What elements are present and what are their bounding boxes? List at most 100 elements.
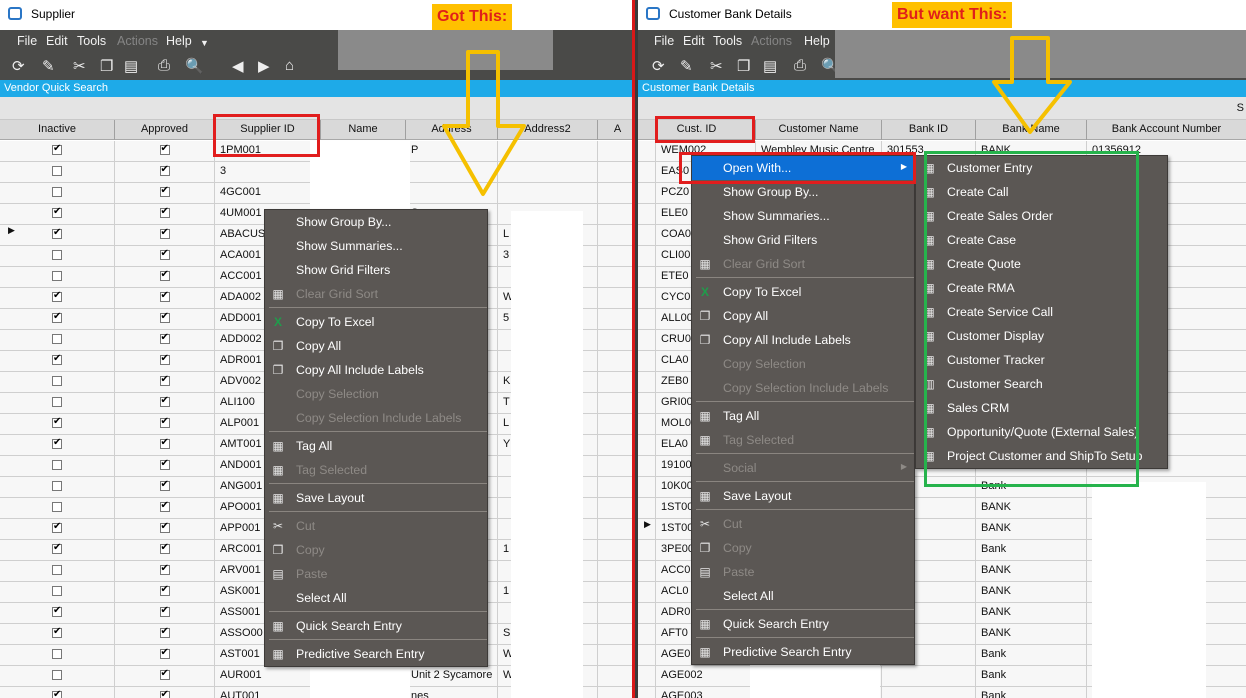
a-cell[interactable] (598, 456, 632, 477)
inactive-cell[interactable] (0, 288, 115, 309)
inactive-cell[interactable] (0, 561, 115, 582)
menu-edit[interactable]: Edit (46, 34, 68, 48)
inactive-checkbox[interactable] (52, 397, 62, 407)
supplier-id-cell[interactable]: 4GC001 (215, 183, 321, 204)
broom-icon[interactable]: ✎ (42, 57, 55, 75)
cut-icon[interactable]: ✂ (710, 57, 723, 75)
supplier-id-cell[interactable]: AUT001 (215, 687, 321, 698)
approved-cell[interactable] (115, 393, 215, 414)
row-selector[interactable] (638, 204, 656, 225)
bank-name-cell[interactable]: BANK (976, 603, 1087, 624)
a-cell[interactable] (598, 183, 632, 204)
inactive-cell[interactable] (0, 498, 115, 519)
row-selector[interactable] (638, 666, 656, 687)
row-selector[interactable] (638, 351, 656, 372)
bank-name-cell[interactable]: Bank (976, 645, 1087, 666)
copy-icon[interactable]: ❐ (100, 57, 113, 75)
a-cell[interactable] (598, 393, 632, 414)
cust-id-cell[interactable]: AGE003 (656, 687, 756, 698)
menu-item-quick-search-entry[interactable]: ▦ Quick Search Entry (692, 612, 914, 636)
inactive-cell[interactable] (0, 393, 115, 414)
inactive-checkbox[interactable] (52, 481, 62, 491)
col-approved[interactable]: Approved (115, 120, 215, 140)
approved-cell[interactable] (115, 162, 215, 183)
inactive-checkbox[interactable] (52, 437, 62, 449)
inactive-cell[interactable] (0, 246, 115, 267)
approved-checkbox[interactable] (159, 206, 170, 218)
menu-file[interactable]: File (654, 34, 674, 48)
row-selector[interactable] (638, 624, 656, 645)
paste-icon[interactable]: ▤ (124, 57, 138, 75)
bank-name-cell[interactable]: BANK (976, 582, 1087, 603)
col-a[interactable]: A (598, 120, 632, 140)
bank-name-cell[interactable]: Bank (976, 666, 1087, 687)
a-cell[interactable] (598, 561, 632, 582)
back-icon[interactable]: ◀ (232, 57, 244, 75)
approved-checkbox[interactable] (159, 332, 170, 344)
inactive-checkbox[interactable] (52, 416, 62, 428)
help-dropdown-icon[interactable]: ▼ (200, 38, 209, 48)
bank-id-cell[interactable] (882, 666, 976, 687)
menu-item-predictive-search-entry[interactable]: ▦ Predictive Search Entry (692, 640, 914, 664)
a-cell[interactable] (598, 498, 632, 519)
address-cell[interactable]: Unit 2 Sycamore (406, 666, 498, 687)
inactive-checkbox[interactable] (52, 649, 62, 659)
a-cell[interactable] (598, 603, 632, 624)
col-customer-name[interactable]: Customer Name (756, 120, 882, 140)
approved-checkbox[interactable] (159, 164, 170, 176)
menu-item-tag-all[interactable]: ▦ Tag All (692, 404, 914, 428)
a-cell[interactable] (598, 330, 632, 351)
approved-cell[interactable] (115, 687, 215, 698)
row-selector[interactable] (638, 225, 656, 246)
row-selector[interactable] (638, 414, 656, 435)
inactive-checkbox[interactable] (52, 311, 62, 323)
row-selector[interactable] (638, 561, 656, 582)
menu-tools[interactable]: Tools (77, 34, 106, 48)
menu-item-show-grid-filters[interactable]: Show Grid Filters (265, 258, 487, 282)
menu-item-save-layout[interactable]: ▦ Save Layout (265, 486, 487, 510)
inactive-cell[interactable] (0, 540, 115, 561)
row-selector[interactable] (638, 246, 656, 267)
a-cell[interactable] (598, 288, 632, 309)
approved-checkbox[interactable] (159, 290, 170, 302)
a-cell[interactable] (598, 372, 632, 393)
row-selector[interactable] (638, 162, 656, 183)
row-selector[interactable] (638, 372, 656, 393)
row-selector[interactable] (638, 141, 656, 162)
a-cell[interactable] (598, 540, 632, 561)
approved-checkbox[interactable] (159, 605, 170, 617)
menu-item-show-group-by[interactable]: Show Group By... (265, 210, 487, 234)
menu-file[interactable]: File (17, 34, 37, 48)
a-cell[interactable] (598, 645, 632, 666)
inactive-cell[interactable] (0, 603, 115, 624)
inactive-cell[interactable] (0, 330, 115, 351)
approved-cell[interactable] (115, 414, 215, 435)
row-selector[interactable] (638, 456, 656, 477)
approved-checkbox[interactable] (159, 437, 170, 449)
approved-cell[interactable] (115, 435, 215, 456)
row-selector[interactable] (638, 330, 656, 351)
approved-checkbox[interactable] (159, 689, 170, 698)
inactive-checkbox[interactable] (52, 250, 62, 260)
a-cell[interactable] (598, 477, 632, 498)
inactive-checkbox[interactable] (52, 586, 62, 596)
col-bank-account-number[interactable]: Bank Account Number (1087, 120, 1246, 140)
inactive-cell[interactable] (0, 162, 115, 183)
col-bank-id[interactable]: Bank ID (882, 120, 976, 140)
menu-item-tag-all[interactable]: ▦ Tag All (265, 434, 487, 458)
menu-item-copy-all-include-labels[interactable]: ❐ Copy All Include Labels (265, 358, 487, 382)
col-inactive[interactable]: Inactive (0, 120, 115, 140)
a-cell[interactable] (598, 624, 632, 645)
approved-checkbox[interactable] (159, 626, 170, 638)
menu-item-save-layout[interactable]: ▦ Save Layout (692, 484, 914, 508)
approved-checkbox[interactable] (159, 416, 170, 428)
a-cell[interactable] (598, 414, 632, 435)
approved-cell[interactable] (115, 330, 215, 351)
inactive-checkbox[interactable] (52, 376, 62, 386)
refresh-icon[interactable]: ⟳ (652, 57, 665, 75)
paste-icon[interactable]: ▤ (763, 57, 777, 75)
menu-help[interactable]: Help (166, 34, 192, 48)
inactive-cell[interactable] (0, 141, 115, 162)
bank-name-cell[interactable]: BANK (976, 561, 1087, 582)
bank-id-cell[interactable] (882, 687, 976, 698)
